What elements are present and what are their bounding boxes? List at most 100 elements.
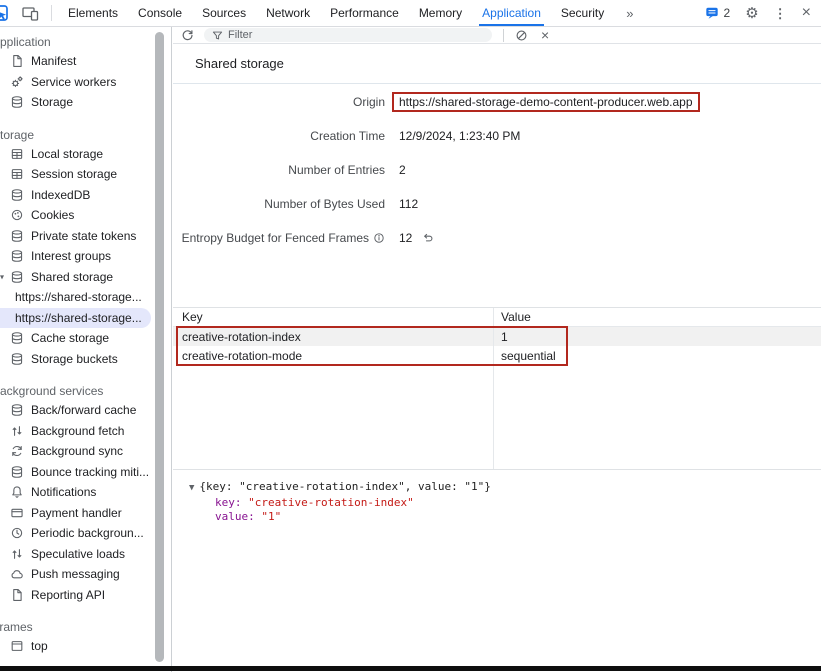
preview-property: value: "1" [189,510,821,525]
sidebar-item-storage[interactable]: Storage [0,92,151,113]
sidebar-item-interest-groups[interactable]: Interest groups [0,246,151,267]
column-divider[interactable] [493,308,494,469]
cell-key: creative-rotation-mode [173,349,493,363]
close-devtools-icon[interactable]: × [802,5,811,21]
tab-console[interactable]: Console [128,0,192,26]
sidebar-scrollbar[interactable] [155,32,164,662]
sidebar-item-https-shared-storage[interactable]: https://shared-storage... [0,287,151,308]
storage-metadata: Originhttps://shared-storage-demo-conten… [173,85,700,255]
sidebar-item-push-messaging[interactable]: Push messaging [0,564,151,585]
metadata-label: Number of Entries [288,163,385,177]
reset-entropy-icon[interactable] [421,232,434,244]
sidebar-item-cookies[interactable]: Cookies [0,205,151,226]
sidebar-item-storage-buckets[interactable]: Storage buckets [0,349,151,370]
sidebar-item-top[interactable]: top [0,636,151,657]
database-icon [10,352,24,366]
table-row[interactable]: creative-rotation-modesequential [173,346,821,365]
preview-property: key: "creative-rotation-index" [189,496,821,511]
metadata-row-number-of-bytes-used: Number of Bytes Used112 [173,187,700,221]
tab-network[interactable]: Network [256,0,320,26]
sidebar-item-periodic-backgroun[interactable]: Periodic backgroun... [0,523,151,544]
issues-icon [705,6,719,20]
database-icon [10,249,24,263]
sidebar-item-notifications[interactable]: Notifications [0,482,151,503]
window-bottom-edge [0,666,821,671]
database-icon [10,95,24,109]
sidebar-item-local-storage[interactable]: Local storage [0,144,151,165]
device-toolbar-icon[interactable] [22,6,39,21]
database-icon [10,229,24,243]
metadata-row-number-of-entries: Number of Entries 2 [173,153,700,187]
sidebar-item-service-workers[interactable]: Service workers [0,72,151,93]
sidebar-section-application: Application [0,33,171,51]
expand-triangle-icon[interactable]: ▼ [189,481,194,496]
application-sidebar: ApplicationManifestService workers Storag… [0,27,172,672]
shared-storage-panel: × Shared storage Originhttps://shared-st… [173,27,821,672]
sidebar-item-back-forward-cache[interactable]: Back/forward cache [0,400,151,421]
clear-all-icon[interactable] [515,29,528,42]
tab-sources[interactable]: Sources [192,0,256,26]
updown-icon [10,424,24,438]
metadata-value: 2 [399,163,406,177]
sidebar-item-shared-storage[interactable]: ▾Shared storage [0,267,151,288]
tab-memory[interactable]: Memory [409,0,472,26]
sidebar-item-session-storage[interactable]: Session storage [0,164,151,185]
table-row[interactable]: creative-rotation-index1 [173,327,821,346]
inspect-icon[interactable] [0,4,9,22]
sidebar-item-label: Payment handler [31,506,122,520]
database-icon [10,188,24,202]
more-tabs-button[interactable]: » [614,0,645,26]
tab-performance[interactable]: Performance [320,0,409,26]
refresh-icon[interactable] [181,29,194,42]
sidebar-item-cache-storage[interactable]: Cache storage [0,328,151,349]
chevron-down-icon[interactable]: ▾ [0,272,4,281]
sidebar-item-label: Bounce tracking miti... [31,465,149,479]
column-header-key[interactable]: Key [173,310,493,324]
tab-application[interactable]: Application [472,0,551,26]
toolbar-divider [51,5,52,21]
sidebar-item-label: Back/forward cache [31,403,136,417]
sidebar-item-background-sync[interactable]: Background sync [0,441,151,462]
metadata-label: Origin [353,95,385,109]
property-value: "1" [261,510,281,523]
cell-key: creative-rotation-index [173,330,493,344]
sidebar-item-label: Push messaging [31,567,120,581]
settings-gear-icon[interactable]: ⚙ [745,6,758,21]
more-options-icon[interactable]: ⋮ [774,7,787,20]
tab-elements[interactable]: Elements [58,0,128,26]
sidebar-item-private-state-tokens[interactable]: Private state tokens [0,226,151,247]
sidebar-item-label: Session storage [31,167,117,181]
database-icon [10,465,24,479]
sidebar-item-speculative-loads[interactable]: Speculative loads [0,544,151,565]
info-icon[interactable] [373,232,385,244]
funnel-icon [212,30,223,41]
sidebar-item-label: top [31,639,48,653]
metadata-label: Entropy Budget for Fenced Frames [182,231,385,245]
tab-security[interactable]: Security [551,0,614,26]
column-header-value[interactable]: Value [493,310,531,324]
sidebar-item-label: Storage [31,95,73,109]
sidebar-item-label: Background fetch [31,424,124,438]
database-icon [10,403,24,417]
panel-tabs: ElementsConsoleSourcesNetworkPerformance… [58,0,614,26]
sidebar-item-indexeddb[interactable]: IndexedDB [0,185,151,206]
sidebar-item-payment-handler[interactable]: Payment handler [0,503,151,524]
panel-toolbar: × [173,27,821,44]
property-value: "creative-rotation-index" [248,496,414,509]
sidebar-item-reporting-api[interactable]: Reporting API [0,585,151,606]
sidebar-item-label: https://shared-storage... [15,311,142,325]
sidebar-item-label: Reporting API [31,588,105,602]
sidebar-item-background-fetch[interactable]: Background fetch [0,421,151,442]
cookie-icon [10,208,24,222]
table-icon [10,147,24,161]
filter-pill[interactable] [204,28,492,42]
issues-button[interactable]: 2 [705,6,731,20]
sidebar-item-label: Cookies [31,208,74,222]
sidebar-item-label: Storage buckets [31,352,118,366]
sidebar-item-label: IndexedDB [31,188,90,202]
sidebar-item-manifest[interactable]: Manifest [0,51,151,72]
sidebar-item-bounce-tracking-miti[interactable]: Bounce tracking miti... [0,462,151,483]
delete-selected-icon[interactable]: × [541,28,549,42]
filter-input[interactable] [228,29,484,41]
sidebar-item-https-shared-storage[interactable]: https://shared-storage... [0,308,151,329]
